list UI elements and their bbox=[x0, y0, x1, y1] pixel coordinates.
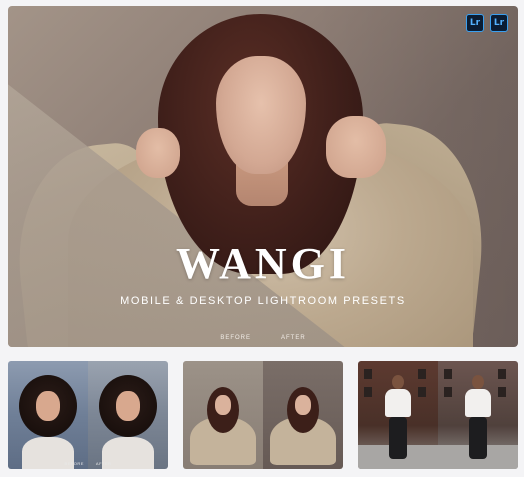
model-left-hand bbox=[136, 128, 180, 178]
thumbnail-after-half bbox=[88, 361, 168, 469]
preview-thumbnail-1[interactable]: BEFORE AFTER bbox=[8, 361, 168, 469]
model-pants bbox=[469, 417, 487, 459]
model-head bbox=[472, 375, 484, 389]
model-face bbox=[116, 391, 140, 421]
model-shirt bbox=[465, 389, 491, 417]
after-label: AFTER bbox=[95, 461, 112, 466]
thumbnail-after-half bbox=[438, 361, 518, 469]
app-badges: Lr Lr bbox=[466, 14, 508, 32]
building-window bbox=[444, 387, 452, 397]
thumbnail-before-half bbox=[183, 361, 263, 469]
building-window bbox=[498, 387, 506, 397]
building-window bbox=[418, 387, 426, 397]
preset-title: WANGI bbox=[175, 239, 351, 288]
building-window bbox=[498, 369, 506, 379]
model-face bbox=[36, 391, 60, 421]
building-window bbox=[364, 387, 372, 397]
building-window bbox=[418, 369, 426, 379]
building-window bbox=[444, 369, 452, 379]
before-label: BEFORE bbox=[220, 335, 251, 341]
before-after-labels: BEFORE AFTER bbox=[8, 335, 518, 341]
thumbnail-before-half bbox=[358, 361, 438, 469]
lightroom-desktop-icon: Lr bbox=[490, 14, 508, 32]
model-head bbox=[392, 375, 404, 389]
model-pants bbox=[389, 417, 407, 459]
thumbnail-before-after-labels: BEFORE AFTER bbox=[8, 461, 168, 466]
preview-thumbnail-2[interactable] bbox=[183, 361, 343, 469]
hero-preview-image: Lr Lr WANGI MOBILE & DESKTOP LIGHTROOM P… bbox=[8, 6, 518, 347]
thumbnail-before-half bbox=[8, 361, 88, 469]
before-label: BEFORE bbox=[64, 461, 84, 466]
preview-thumbnail-3[interactable] bbox=[358, 361, 518, 469]
preset-subtitle: MOBILE & DESKTOP LIGHTROOM PRESETS bbox=[120, 295, 406, 307]
model-right-hand bbox=[326, 116, 386, 178]
model-face bbox=[216, 56, 306, 174]
model-shirt bbox=[385, 389, 411, 417]
model-face bbox=[295, 395, 311, 415]
thumbnail-after-half bbox=[263, 361, 343, 469]
model-face bbox=[215, 395, 231, 415]
after-label: AFTER bbox=[281, 335, 306, 341]
lightroom-mobile-icon: Lr bbox=[466, 14, 484, 32]
building-window bbox=[364, 369, 372, 379]
